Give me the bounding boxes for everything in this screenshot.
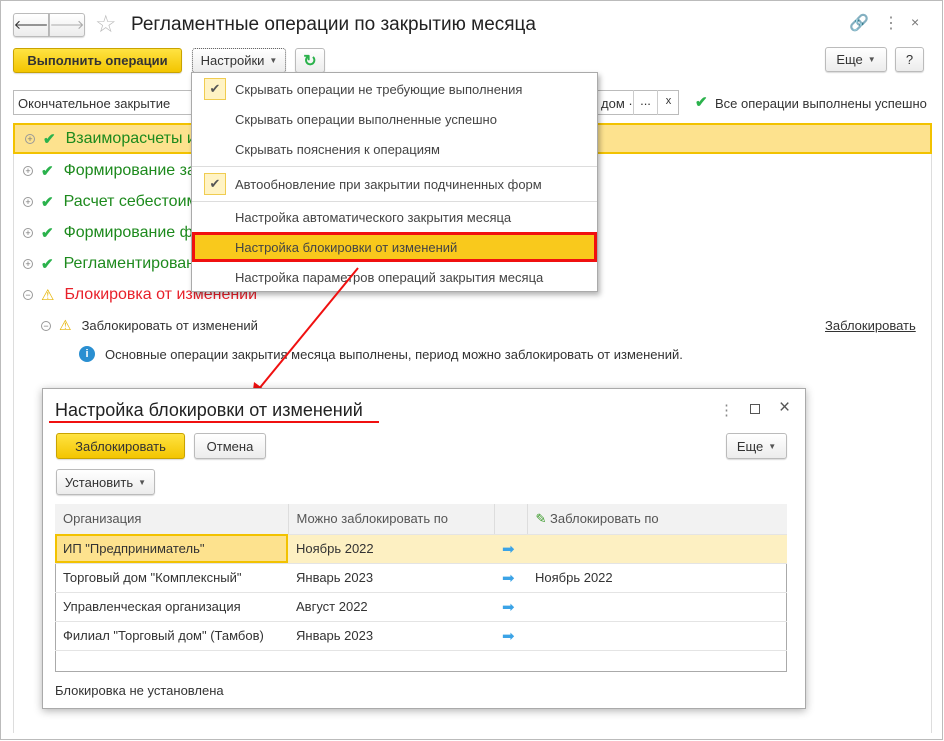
table-row[interactable]: Управленческая организация Август 2022 ➡ bbox=[55, 592, 787, 622]
cell-organization[interactable]: Филиал "Торговый дом" (Тамбов) bbox=[55, 621, 288, 651]
more-button[interactable]: Еще ▼ bbox=[726, 433, 787, 459]
cell-copy-arrow[interactable]: ➡ bbox=[494, 621, 527, 651]
arrow-right-icon[interactable]: ➡ bbox=[502, 599, 515, 616]
column-organization[interactable]: Организация bbox=[55, 504, 289, 535]
arrow-right-icon[interactable]: ➡ bbox=[502, 541, 515, 558]
arrow-line bbox=[257, 267, 359, 391]
chevron-down-icon: ▼ bbox=[768, 441, 777, 451]
cell-lock-until[interactable] bbox=[527, 592, 787, 622]
cell-can-lock-until: Ноябрь 2022 bbox=[288, 534, 494, 564]
cell-copy-arrow[interactable]: ➡ bbox=[494, 592, 527, 622]
cell-organization[interactable]: Торговый дом "Комплексный" bbox=[55, 563, 288, 593]
column-arrow bbox=[494, 504, 528, 535]
table-row[interactable]: ИП "Предприниматель" Ноябрь 2022 ➡ bbox=[55, 534, 787, 564]
more-label: Еще bbox=[736, 438, 764, 454]
chevron-down-icon: ▼ bbox=[138, 477, 147, 487]
cell-can-lock-until: Январь 2023 bbox=[288, 621, 494, 651]
column-label: Заблокировать по bbox=[550, 510, 659, 526]
cell-copy-arrow[interactable]: ➡ bbox=[494, 563, 527, 593]
table-row[interactable]: Торговый дом "Комплексный" Январь 2023 ➡… bbox=[55, 563, 787, 593]
close-icon[interactable]: × bbox=[779, 397, 790, 419]
maximize-icon[interactable] bbox=[750, 404, 760, 414]
cell-can-lock-until: Август 2022 bbox=[288, 592, 494, 622]
cell-copy-arrow[interactable]: ➡ bbox=[494, 534, 527, 564]
title-underline bbox=[49, 421, 379, 423]
arrow-right-icon[interactable]: ➡ bbox=[502, 628, 515, 645]
table-row[interactable]: Филиал "Торговый дом" (Тамбов) Январь 20… bbox=[55, 621, 787, 651]
lock-button[interactable]: Заблокировать bbox=[56, 433, 185, 459]
set-button[interactable]: Установить ▼ bbox=[56, 469, 155, 495]
cell-lock-until[interactable]: Ноябрь 2022 bbox=[527, 563, 787, 593]
arrow-right-icon[interactable]: ➡ bbox=[502, 570, 515, 587]
organizations-table: Организация Можно заблокировать по ✎ Заб… bbox=[55, 504, 787, 651]
pencil-icon: ✎ bbox=[535, 510, 547, 526]
cell-organization[interactable]: Управленческая организация bbox=[55, 592, 288, 622]
cell-lock-until[interactable] bbox=[527, 534, 787, 564]
table-header: Организация Можно заблокировать по ✎ Заб… bbox=[55, 504, 787, 535]
dialog-title: Настройка блокировки от изменений bbox=[55, 400, 363, 420]
cell-organization[interactable]: ИП "Предприниматель" bbox=[55, 534, 288, 564]
more-vertical-icon[interactable]: ⋮ bbox=[719, 401, 734, 419]
cancel-button[interactable]: Отмена bbox=[194, 433, 266, 459]
set-label: Установить bbox=[64, 474, 134, 490]
cell-can-lock-until: Январь 2023 bbox=[288, 563, 494, 593]
column-can-lock-until[interactable]: Можно заблокировать по bbox=[288, 504, 495, 535]
column-lock-until[interactable]: ✎ Заблокировать по bbox=[527, 504, 787, 535]
lock-status-text: Блокировка не установлена bbox=[55, 683, 224, 698]
lock-settings-dialog: Настройка блокировки от изменений ⋮ × За… bbox=[42, 388, 806, 709]
cell-lock-until[interactable] bbox=[527, 621, 787, 651]
